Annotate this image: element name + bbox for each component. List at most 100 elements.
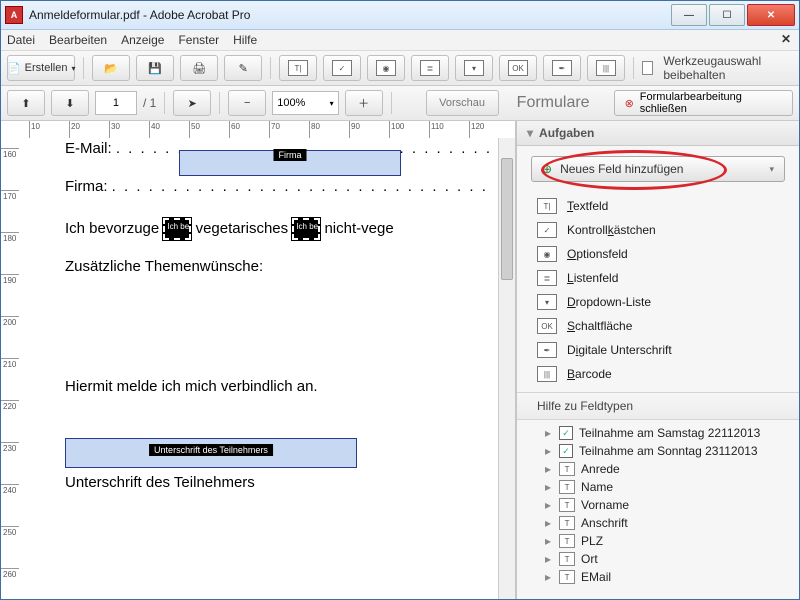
button-icon: OK [508,60,528,76]
field-type-item[interactable]: ◉Optionsfeld [517,242,799,266]
field-type-list: T|Textfeld✓Kontrollkästchen◉Optionsfeld≣… [517,192,799,388]
field-type-icon: T| [537,198,557,214]
zoom-out-button[interactable]: − [228,90,266,116]
tree-item-label: EMail [581,570,611,584]
add-field-area: ⊕ Neues Feld hinzufügen ▾ [531,156,785,182]
collapse-icon: ▾ [527,126,533,140]
tree-expand-icon: ▸ [545,570,551,584]
workspace: 102030405060708090100110120 160170180190… [1,121,799,600]
field-type-label: Dropdown-Liste [567,295,651,309]
ruler-corner [1,121,20,139]
maximize-button[interactable]: ☐ [709,4,745,26]
select-tool[interactable]: ➤ [173,90,211,116]
toolbar-nav: ⬆ ⬇ 1 / 1 ➤ − 100%▾ ＋ Vorschau Formulare… [1,86,799,121]
radio-tool[interactable]: ◉ [367,55,405,81]
dropdown-tool[interactable]: ▾ [455,55,493,81]
tree-item[interactable]: ▸TAnschrift [525,514,791,532]
pdf-page: E-Mail: . . . . . . . . . . . . . . . . … [19,138,515,600]
checkbox-icon: ✓ [332,60,352,76]
save-button[interactable]: 💾 [136,55,174,81]
field-type-item[interactable]: ✓Kontrollkästchen [517,218,799,242]
page-number-input[interactable]: 1 [95,91,137,115]
textfield-tool[interactable]: T| [279,55,317,81]
signature-tool[interactable]: ✒ [543,55,581,81]
add-new-field-button[interactable]: ⊕ Neues Feld hinzufügen ▾ [531,156,785,182]
tree-item[interactable]: ▸✓Teilnahme am Sonntag 23112013 [525,442,791,460]
tree-item[interactable]: ▸TPLZ [525,532,791,550]
textfield-field-icon: T [559,552,575,566]
chevron-down-icon: ▾ [769,164,774,175]
tree-item[interactable]: ▸TEMail [525,568,791,586]
form-fields-tree[interactable]: ▸✓Teilnahme am Samstag 22112013▸✓Teilnah… [517,420,799,600]
menu-bearbeiten[interactable]: Bearbeiten [49,33,107,47]
radio-vegetarian[interactable]: Ich be [163,218,191,240]
field-type-label: Optionsfeld [567,247,628,261]
preview-button[interactable]: Vorschau [426,90,499,116]
field-type-item[interactable]: ≣Listenfeld [517,266,799,290]
print-button[interactable]: 🖨 [180,55,218,81]
app-icon: A [5,6,23,24]
radio-icon: ◉ [376,60,396,76]
edit-fields-button[interactable]: ✎ [224,55,262,81]
close-button[interactable]: ✕ [747,4,795,26]
app-window: A Anmeldeformular.pdf - Adobe Acrobat Pr… [0,0,800,600]
checkbox-tool[interactable]: ✓ [323,55,361,81]
tasks-panel: ▾Aufgaben ⊕ Neues Feld hinzufügen ▾ T|Te… [516,121,799,600]
print-icon: 🖨 [192,62,206,75]
dropdown-icon: ▾ [464,60,484,76]
tree-expand-icon: ▸ [545,552,551,566]
menu-hilfe[interactable]: Hilfe [233,33,257,47]
field-type-icon: ✓ [537,222,557,238]
tree-item[interactable]: ▸TAnrede [525,460,791,478]
document-area[interactable]: 102030405060708090100110120 160170180190… [1,121,516,600]
tree-item[interactable]: ▸TVorname [525,496,791,514]
create-button[interactable]: 📄 Erstellen ▾ [7,55,75,81]
field-type-item[interactable]: ✒Digitale Unterschrift [517,338,799,362]
close-form-editing-button[interactable]: ⊗ Formularbearbeitung schließen [614,90,793,116]
page-down-button[interactable]: ⬇ [51,90,89,116]
tree-expand-icon: ▸ [545,516,551,530]
field-type-label: Schaltfläche [567,319,632,333]
scrollbar-thumb[interactable] [501,158,513,280]
field-type-item[interactable]: |||Barcode [517,362,799,386]
menubar-close-icon[interactable]: ✕ [781,32,791,46]
list-icon: ≣ [420,60,440,76]
list-tool[interactable]: ≣ [411,55,449,81]
tree-expand-icon: ▸ [545,426,551,440]
zoom-input[interactable]: 100%▾ [272,91,338,115]
radio-nonvegetarian[interactable]: Ich be [292,218,320,240]
form-field-firma[interactable]: Firma [179,150,401,176]
tree-expand-icon: ▸ [545,444,551,458]
zoom-in-button[interactable]: ＋ [345,90,383,116]
page-up-button[interactable]: ⬆ [7,90,45,116]
page-total: 1 [150,96,157,110]
vertical-ruler: 160170180190200210220230240250260 [1,138,20,600]
field-types-help[interactable]: Hilfe zu Feldtypen [517,392,799,420]
form-field-signature[interactable]: Unterschrift des Teilnehmers [65,438,357,468]
minimize-button[interactable]: — [671,4,707,26]
open-button[interactable]: 📂 [92,55,130,81]
tree-item[interactable]: ▸✓Teilnahme am Samstag 22112013 [525,424,791,442]
doc-vertical-scrollbar[interactable] [498,138,515,600]
chevron-down-icon: ▾ [71,64,75,73]
signature-icon: ✒ [552,60,572,76]
menu-anzeige[interactable]: Anzeige [121,33,164,47]
button-tool[interactable]: OK [499,55,537,81]
menu-datei[interactable]: Datei [7,33,35,47]
barcode-tool[interactable]: ||| [587,55,625,81]
tree-item-label: Name [581,480,613,494]
tree-item-label: Teilnahme am Samstag 22112013 [579,426,760,440]
tree-expand-icon: ▸ [545,498,551,512]
tree-item[interactable]: ▸TOrt [525,550,791,568]
field-type-item[interactable]: OKSchaltfläche [517,314,799,338]
keep-tool-checkbox[interactable] [642,61,654,75]
tree-item-label: Anrede [581,462,620,476]
tasks-panel-header[interactable]: ▾Aufgaben [517,121,799,146]
tree-item[interactable]: ▸TName [525,478,791,496]
tree-item-label: Vorname [581,498,629,512]
window-title: Anmeldeformular.pdf - Adobe Acrobat Pro [29,8,671,22]
menu-fenster[interactable]: Fenster [178,33,219,47]
field-type-item[interactable]: T|Textfeld [517,194,799,218]
field-type-item[interactable]: ▾Dropdown-Liste [517,290,799,314]
save-icon: 💾 [148,62,162,75]
